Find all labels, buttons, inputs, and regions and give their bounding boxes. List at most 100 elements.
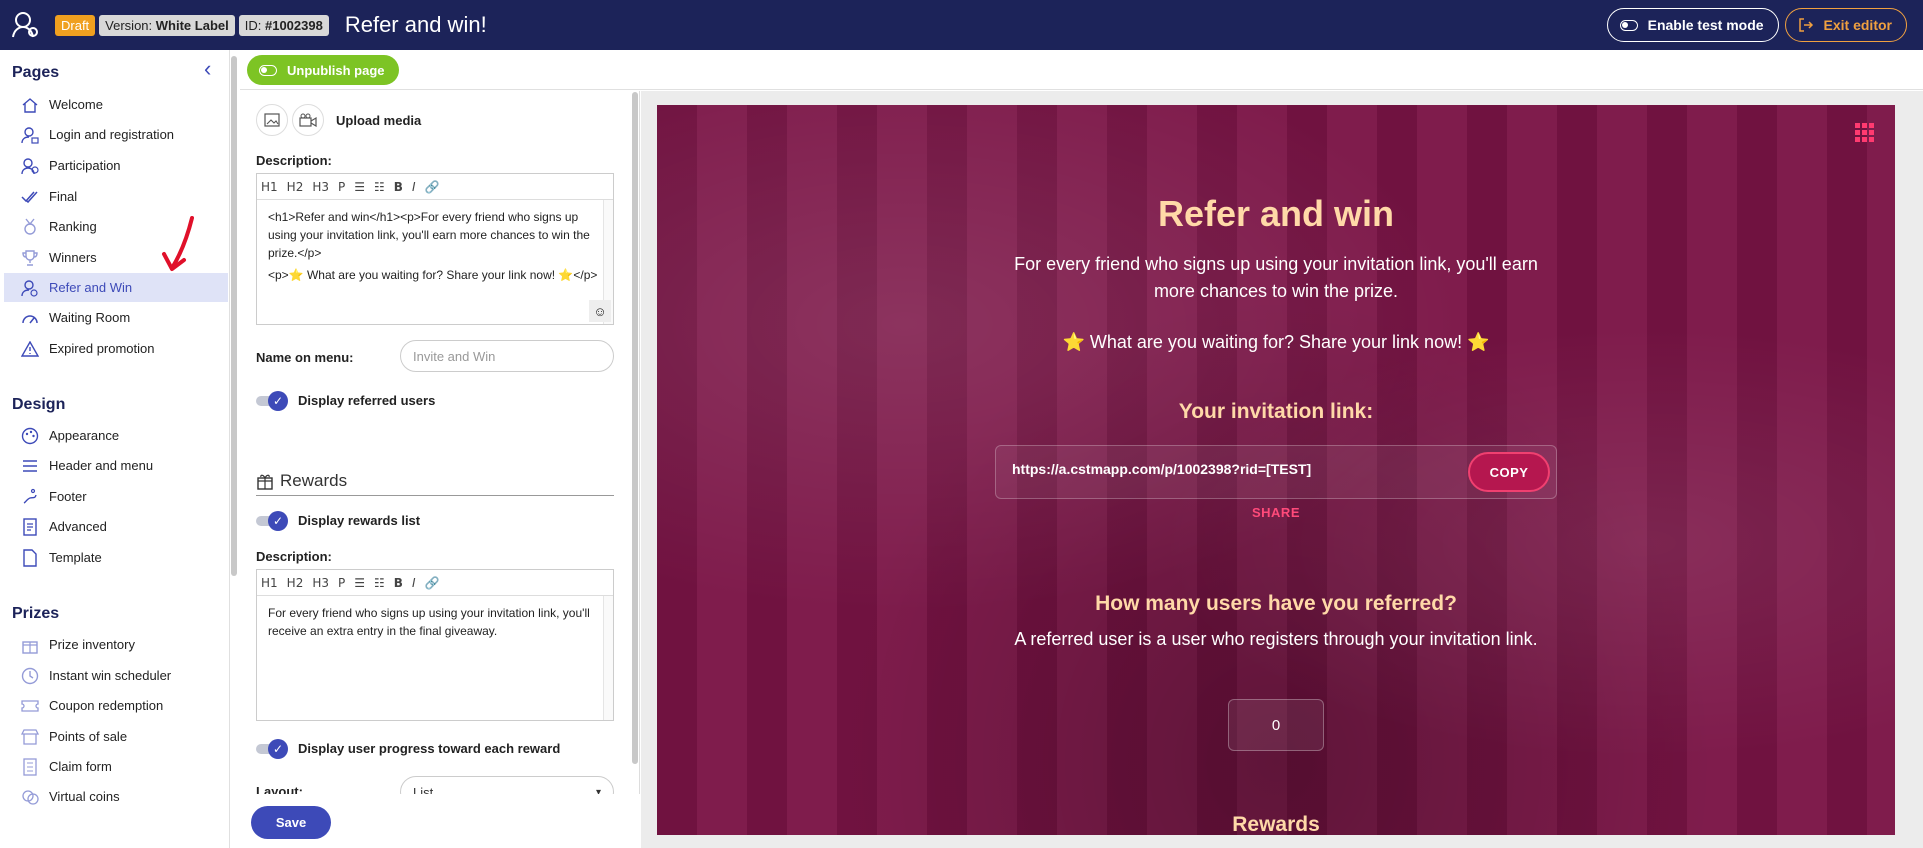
sidebar-item-final[interactable]: Final [4, 182, 228, 211]
h3-button[interactable]: H3 [312, 576, 329, 590]
upload-media-label[interactable]: Upload media [336, 113, 421, 128]
numbered-list-icon[interactable]: ☷ [374, 576, 385, 590]
gift-icon [20, 636, 40, 654]
video-upload-button[interactable] [292, 104, 324, 136]
sidebar-item-advanced[interactable]: Advanced [4, 512, 228, 541]
video-camera-icon [299, 113, 317, 127]
preview-title: Refer and win [1157, 193, 1395, 234]
sidebar-item-login[interactable]: Login and registration [4, 120, 228, 149]
gift-icon [256, 472, 274, 490]
sidebar-item-expired-promotion[interactable]: Expired promotion [4, 334, 228, 363]
referred-title: How many users have you referred? [1095, 592, 1457, 615]
h2-button[interactable]: H2 [287, 576, 304, 590]
design-section-title: Design [12, 396, 66, 413]
sidebar-item-refer-and-win[interactable]: Refer and Win [4, 273, 228, 302]
p-button[interactable]: P [338, 180, 345, 194]
toggle-icon [1619, 19, 1638, 31]
exit-editor-button[interactable]: Exit editor [1784, 8, 1907, 42]
sidebar-item-participation[interactable]: Participation [4, 151, 228, 180]
italic-icon[interactable]: I [412, 180, 416, 194]
link-icon[interactable]: 🔗 [425, 180, 440, 194]
rte-toolbar: H1 H2 H3 P ☰ ☷ B I 🔗 [257, 174, 613, 200]
page-title: Refer and win! [344, 12, 487, 37]
p-button[interactable]: P [338, 576, 345, 590]
sidebar-item-claim-form[interactable]: Claim form [4, 752, 228, 781]
user-share-icon [20, 279, 40, 297]
sidebar-scrollbar[interactable] [231, 56, 237, 576]
sidebar-item-header-and-menu[interactable]: Header and menu [4, 451, 228, 480]
enable-test-mode-button[interactable]: Enable test mode [1606, 8, 1779, 42]
description-label: Description: [256, 153, 332, 168]
image-upload-button[interactable] [256, 104, 288, 136]
share-link[interactable]: SHARE [657, 505, 1895, 520]
editor-scrollbar[interactable] [632, 92, 638, 764]
copy-button[interactable]: COPY [1468, 452, 1550, 492]
h1-button[interactable]: H1 [261, 576, 278, 590]
double-check-icon [20, 188, 40, 206]
sidebar-item-footer[interactable]: Footer [4, 482, 228, 511]
italic-icon[interactable]: I [412, 576, 416, 590]
sidebar-item-prize-inventory[interactable]: Prize inventory [4, 630, 228, 659]
upload-media-row: Upload media [256, 104, 421, 136]
sidebar-item-appearance[interactable]: Appearance [4, 421, 228, 450]
h1-button[interactable]: H1 [261, 180, 278, 194]
grid-menu-icon[interactable] [1855, 123, 1875, 143]
name-on-menu-label: Name on menu: [256, 350, 354, 365]
display-user-progress-toggle[interactable]: ✓ Display user progress toward each rewa… [256, 738, 560, 759]
rewards-description-label: Description: [256, 549, 332, 564]
prizes-section-title: Prizes [12, 605, 60, 622]
code-file-icon [20, 517, 40, 536]
toggle-icon [259, 64, 277, 76]
rte-scrollbar[interactable] [603, 596, 613, 720]
palette-icon [20, 427, 40, 445]
store-icon [20, 728, 40, 746]
invitation-link-title: Your invitation link: [1178, 400, 1374, 423]
sidebar-item-coupon-redemption[interactable]: Coupon redemption [4, 691, 228, 720]
app-logo-icon[interactable] [0, 0, 50, 50]
unpublish-page-button[interactable]: Unpublish page [247, 55, 399, 85]
warning-icon [20, 340, 40, 358]
description-editor[interactable]: H1 H2 H3 P ☰ ☷ B I 🔗 <h1>Refer and win</… [256, 173, 614, 325]
sidebar-item-instant-win-scheduler[interactable]: Instant win scheduler [4, 661, 228, 690]
collapse-sidebar-icon[interactable]: ‹ [204, 58, 211, 80]
rewards-description-textarea[interactable]: For every friend who signs up using your… [257, 596, 613, 640]
preview-intro: For every friend who signs up using your… [1014, 254, 1538, 301]
trophy-icon [20, 249, 40, 267]
sidebar-item-template[interactable]: Template [4, 543, 228, 572]
red-arrow-annotation [162, 216, 194, 271]
invitation-link[interactable]: https://a.cstmapp.com/p/1002398?rid=[TES… [1012, 461, 1311, 477]
users-icon [20, 157, 40, 175]
h2-button[interactable]: H2 [287, 180, 304, 194]
referred-text: A referred user is a user who registers … [1014, 629, 1538, 649]
rewards-section-header: Rewards [256, 466, 614, 496]
invitation-link-box: https://a.cstmapp.com/p/1002398?rid=[TES… [995, 445, 1557, 499]
referred-count: 0 [1228, 699, 1324, 751]
sidebar-item-welcome[interactable]: Welcome [4, 90, 228, 119]
description-textarea[interactable]: <h1>Refer and win</h1><p>For every frien… [257, 200, 613, 284]
bold-icon[interactable]: B [394, 576, 403, 590]
display-rewards-list-toggle[interactable]: ✓ Display rewards list [256, 510, 420, 531]
user-lock-icon [20, 126, 40, 144]
footprint-icon [20, 488, 40, 506]
display-referred-users-toggle[interactable]: ✓ Display referred users [256, 390, 435, 411]
pages-section-title: Pages [12, 64, 60, 81]
sidebar-item-waiting-room[interactable]: Waiting Room [4, 303, 228, 332]
id-badge: ID: #1002398 [238, 14, 329, 36]
file-icon [20, 548, 40, 567]
check-icon: ✓ [268, 510, 288, 531]
numbered-list-icon[interactable]: ☷ [374, 180, 385, 194]
form-icon [20, 757, 40, 776]
h3-button[interactable]: H3 [312, 180, 329, 194]
save-button[interactable]: Save [251, 806, 331, 839]
bullet-list-icon[interactable]: ☰ [354, 180, 365, 194]
name-on-menu-input[interactable]: Invite and Win [400, 340, 614, 372]
editor-toolbar [240, 50, 1923, 90]
link-icon[interactable]: 🔗 [425, 576, 440, 590]
sidebar-item-virtual-coins[interactable]: Virtual coins [4, 782, 228, 811]
sidebar-item-points-of-sale[interactable]: Points of sale [4, 722, 228, 751]
bold-icon[interactable]: B [394, 180, 403, 194]
check-icon: ✓ [268, 738, 288, 759]
rewards-description-editor[interactable]: H1 H2 H3 P ☰ ☷ B I 🔗 For every friend wh… [256, 569, 614, 721]
bullet-list-icon[interactable]: ☰ [354, 576, 365, 590]
emoji-icon[interactable]: ☺ [589, 300, 611, 322]
